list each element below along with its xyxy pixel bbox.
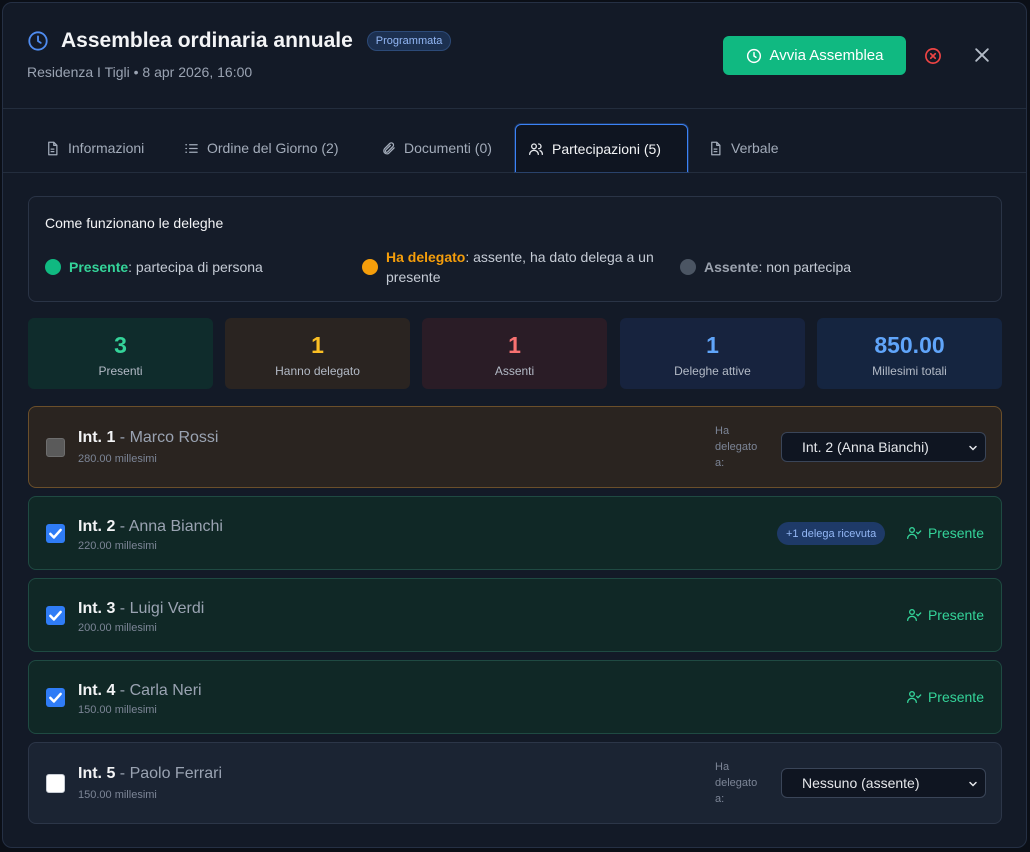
check-icon bbox=[49, 610, 62, 621]
close-icon[interactable] bbox=[972, 45, 992, 65]
tab-bar: Informazioni Ordine del Giorno (2) Docum… bbox=[3, 109, 1026, 173]
user-check-icon bbox=[906, 691, 922, 703]
participation-checkbox[interactable] bbox=[46, 688, 65, 707]
participant-millesimi: 280.00 millesimi bbox=[78, 453, 157, 465]
stat-assenti: 1 Assenti bbox=[422, 318, 607, 389]
participant-name: Int. 2 - Anna Bianchi bbox=[78, 518, 223, 535]
stat-deleghe-attive: 1 Deleghe attive bbox=[620, 318, 805, 389]
participation-checkbox[interactable] bbox=[46, 606, 65, 625]
present-label: Presente bbox=[927, 689, 984, 705]
participation-checkbox[interactable] bbox=[46, 524, 65, 543]
participation-checkbox[interactable] bbox=[46, 438, 65, 457]
legend-present-label: Presente bbox=[69, 259, 129, 275]
present-label: Presente bbox=[927, 607, 984, 623]
check-icon bbox=[49, 528, 62, 539]
tab-documenti[interactable]: Documenti (0) bbox=[369, 125, 504, 171]
chevron-down-icon bbox=[969, 781, 977, 787]
tab-informazioni[interactable]: Informazioni bbox=[33, 125, 156, 171]
stat-value: 1 bbox=[508, 332, 521, 358]
participant-name: Int. 5 - Paolo Ferrari bbox=[78, 765, 223, 782]
stat-hanno-delegato: 1 Hanno delegato bbox=[225, 318, 410, 389]
tab-verbale[interactable]: Verbale bbox=[696, 125, 790, 171]
users-icon bbox=[529, 142, 543, 155]
legend-delegated: Ha delegato: assente, ha dato delega a u… bbox=[362, 247, 662, 287]
status-badge: Programmata bbox=[366, 31, 452, 51]
participation-checkbox[interactable] bbox=[46, 774, 65, 793]
list-icon bbox=[185, 143, 198, 153]
participant-millesimi: 150.00 millesimi bbox=[78, 704, 157, 716]
tab-label: Verbale bbox=[731, 140, 779, 156]
participant-millesimi: 220.00 millesimi bbox=[78, 540, 157, 552]
tab-label: Partecipazioni (5) bbox=[552, 140, 661, 157]
stat-value: 3 bbox=[114, 332, 127, 358]
participant-row: Int. 2 - Anna Bianchi 220.00 millesimi +… bbox=[28, 496, 1002, 570]
modal-header: Assemblea ordinaria annuale Programmata … bbox=[3, 3, 1026, 109]
stat-presenti: 3 Presenti bbox=[28, 318, 213, 389]
participant-row: Int. 5 - Paolo Ferrari 150.00 millesimi … bbox=[28, 742, 1002, 824]
document-icon bbox=[711, 141, 721, 155]
present-status: Presente bbox=[906, 607, 984, 623]
legend-present-desc: : partecipa di persona bbox=[128, 259, 263, 275]
participant-name: Int. 4 - Carla Neri bbox=[78, 682, 202, 699]
assembly-modal: Assemblea ordinaria annuale Programmata … bbox=[2, 2, 1027, 848]
participant-row: Int. 4 - Carla Neri 150.00 millesimi Pre… bbox=[28, 660, 1002, 734]
stat-value: 1 bbox=[311, 332, 324, 358]
delegation-info-box: Come funzionano le deleghe Presente: par… bbox=[28, 196, 1002, 302]
page-title: Assemblea ordinaria annuale bbox=[61, 29, 353, 52]
info-title: Come funzionano le deleghe bbox=[45, 215, 224, 231]
participant-millesimi: 200.00 millesimi bbox=[78, 622, 157, 634]
chevron-down-icon bbox=[969, 445, 977, 451]
clock-icon bbox=[746, 48, 761, 63]
tab-ordine-del-giorno[interactable]: Ordine del Giorno (2) bbox=[172, 125, 351, 171]
delegate-label: Ha delegato a: bbox=[715, 761, 758, 805]
user-check-icon bbox=[906, 609, 922, 621]
stat-value: 1 bbox=[706, 332, 719, 358]
paperclip-icon bbox=[383, 141, 395, 154]
user-check-icon bbox=[906, 527, 922, 539]
delegate-select[interactable]: Nessuno (assente) bbox=[781, 768, 986, 798]
participant-name: Int. 1 - Marco Rossi bbox=[78, 429, 219, 446]
delegate-select-value: Nessuno (assente) bbox=[802, 775, 920, 791]
present-label: Presente bbox=[927, 525, 984, 541]
legend-absent: Assente: non partecipa bbox=[680, 257, 851, 277]
stat-millesimi-totali: 850.00 Millesimi totali bbox=[817, 318, 1002, 389]
absent-dot-icon bbox=[680, 259, 696, 275]
start-assembly-label: Avvia Assemblea bbox=[769, 47, 884, 64]
participant-row: Int. 3 - Luigi Verdi 200.00 millesimi Pr… bbox=[28, 578, 1002, 652]
legend-absent-desc: : non partecipa bbox=[758, 259, 852, 275]
delegate-select-value: Int. 2 (Anna Bianchi) bbox=[802, 439, 929, 455]
present-dot-icon bbox=[45, 259, 61, 275]
cancel-circle-icon[interactable] bbox=[924, 47, 942, 65]
participant-name: Int. 3 - Luigi Verdi bbox=[78, 600, 205, 617]
clock-icon bbox=[28, 31, 48, 51]
delegated-dot-icon bbox=[362, 259, 378, 275]
delegate-label: Ha delegato a: bbox=[715, 425, 758, 469]
stat-label: Assenti bbox=[494, 364, 535, 378]
stat-label: Presenti bbox=[98, 364, 143, 378]
legend-present: Presente: partecipa di persona bbox=[45, 257, 263, 277]
delegate-select[interactable]: Int. 2 (Anna Bianchi) bbox=[781, 432, 986, 462]
tab-label: Documenti (0) bbox=[404, 140, 492, 156]
document-icon bbox=[48, 141, 58, 155]
stat-value: 850.00 bbox=[874, 332, 945, 358]
legend-absent-label: Assente bbox=[704, 259, 759, 275]
tab-partecipazioni[interactable]: Partecipazioni (5) bbox=[515, 124, 688, 172]
stat-label: Millesimi totali bbox=[872, 364, 947, 378]
legend-delegated-label: Ha delegato bbox=[386, 249, 466, 265]
participant-millesimi: 150.00 millesimi bbox=[78, 789, 157, 801]
participant-row: Int. 1 - Marco Rossi 280.00 millesimi Ha… bbox=[28, 406, 1002, 488]
tab-label: Ordine del Giorno (2) bbox=[207, 140, 339, 156]
stat-label: Deleghe attive bbox=[674, 364, 751, 378]
present-status: Presente bbox=[906, 689, 984, 705]
start-assembly-button[interactable]: Avvia Assemblea bbox=[723, 36, 906, 75]
tab-label: Informazioni bbox=[68, 140, 145, 156]
delegation-received-badge: +1 delega ricevuta bbox=[777, 522, 886, 545]
stat-label: Hanno delegato bbox=[275, 364, 360, 378]
check-icon bbox=[49, 692, 62, 703]
present-status: Presente bbox=[906, 525, 984, 541]
legend: Presente: partecipa di persona Ha delega… bbox=[45, 247, 985, 287]
